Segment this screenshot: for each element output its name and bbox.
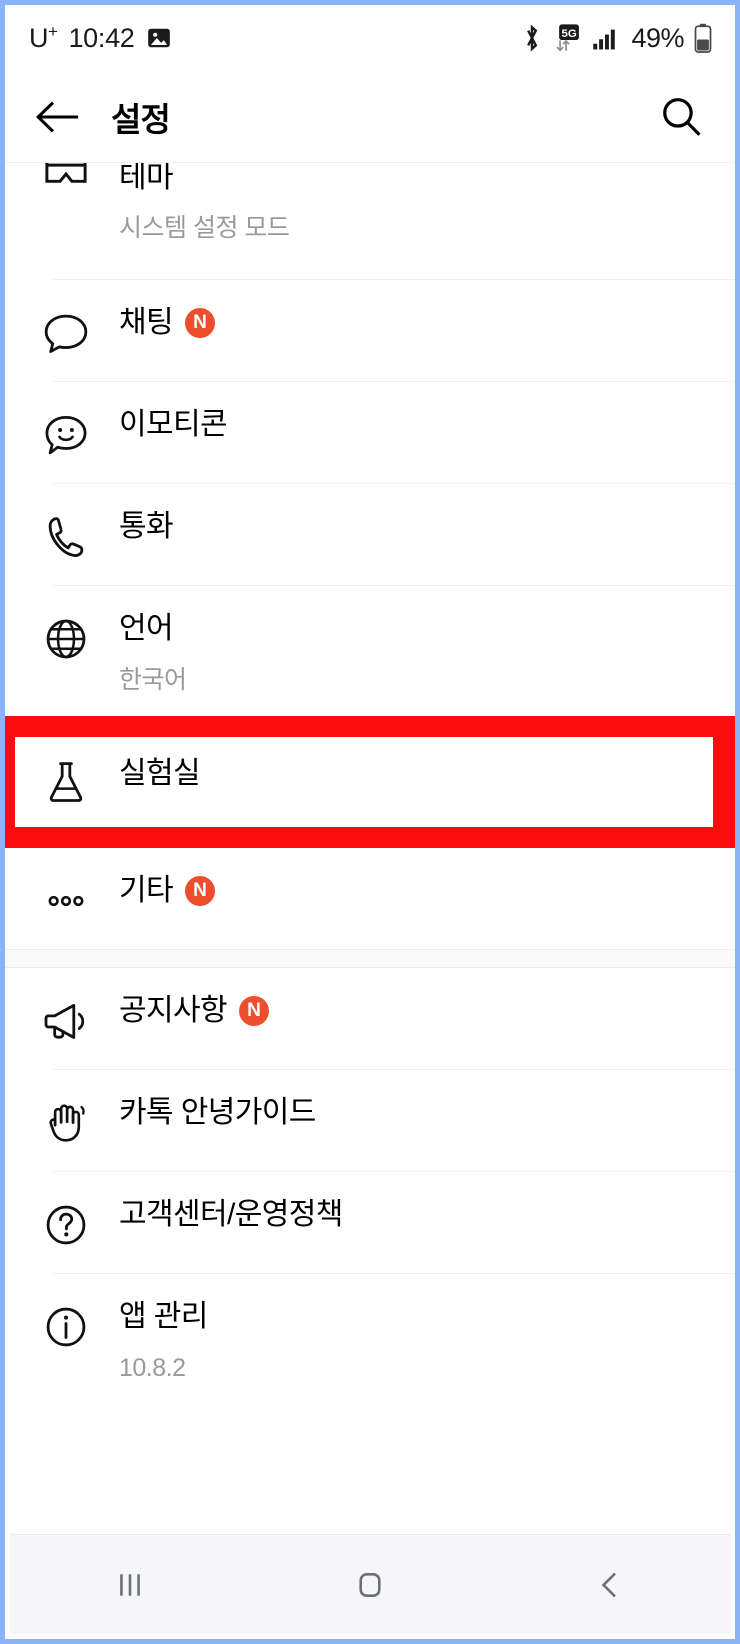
battery-icon — [693, 23, 713, 53]
list-item-label: 이모티콘 — [119, 408, 228, 441]
recents-icon[interactable] — [70, 1535, 190, 1634]
megaphone-icon — [35, 968, 97, 1046]
list-item-label: 실험실 — [119, 757, 201, 790]
list-item-label: 통화 — [119, 510, 174, 543]
list-item-language[interactable]: 언어 한국어 — [5, 586, 735, 716]
settings-list: 테마 시스템 설정 모드 채팅 N 이모티콘 통화 언어 한국어 실험실 기타 … — [5, 163, 735, 1404]
list-item-label: 공지사항 — [119, 994, 228, 1027]
list-item-greeting-guide[interactable]: 카톡 안녕가이드 — [5, 1070, 735, 1171]
section-separator — [5, 949, 735, 968]
list-item-label: 고객센터/운영정책 — [119, 1198, 343, 1231]
back-arrow-icon[interactable] — [35, 91, 87, 143]
theme-icon — [35, 163, 97, 196]
question-icon — [35, 1172, 97, 1250]
list-item-text: 앱 관리 10.8.2 — [97, 1274, 711, 1383]
home-icon[interactable] — [310, 1535, 430, 1634]
status-bar-left: U+ 10:42 — [29, 21, 172, 53]
list-item-label: 채팅 — [119, 306, 174, 339]
list-item-app-management[interactable]: 앱 관리 10.8.2 — [5, 1274, 735, 1404]
flask-icon — [35, 737, 97, 807]
list-item-call[interactable]: 통화 — [5, 484, 735, 585]
list-item-other[interactable]: 기타 N — [5, 848, 735, 949]
list-item-lab[interactable]: 실험실 — [15, 737, 713, 827]
list-item-emoticon[interactable]: 이모티콘 — [5, 382, 735, 483]
battery-percent-label: 49% — [631, 22, 684, 53]
list-item-text: 언어 한국어 — [97, 586, 711, 695]
list-item-text: 채팅 N — [97, 280, 711, 342]
list-item-label: 앱 관리 — [119, 1300, 208, 1333]
list-item-text: 고객센터/운영정책 — [97, 1172, 711, 1234]
back-icon[interactable] — [550, 1535, 670, 1634]
list-item-label: 테마 — [119, 163, 174, 194]
phone-screen: U+ 10:42 5G 49% 설정 테마 시스템 설정 모드 채팅 N 이모티… — [0, 0, 740, 1644]
list-item-text: 통화 — [97, 484, 711, 546]
clock-label: 10:42 — [68, 22, 135, 53]
network-5g-icon: 5G — [553, 23, 583, 53]
search-icon[interactable] — [655, 91, 707, 143]
svg-text:5G: 5G — [562, 28, 577, 40]
phone-icon — [35, 484, 97, 562]
emoticon-icon — [35, 382, 97, 460]
list-item-text: 테마 시스템 설정 모드 — [97, 163, 711, 243]
carrier-label: U+ — [29, 21, 58, 53]
highlight-annotation-box: 실험실 — [5, 716, 735, 848]
list-item-theme[interactable]: 테마 시스템 설정 모드 — [5, 163, 735, 279]
list-item-text: 실험실 — [97, 737, 689, 793]
info-icon — [35, 1274, 97, 1352]
list-item-label: 카톡 안녕가이드 — [119, 1096, 316, 1129]
list-item-subtitle: 시스템 설정 모드 — [119, 214, 290, 242]
bluetooth-icon — [520, 24, 544, 52]
list-item-chat[interactable]: 채팅 N — [5, 280, 735, 381]
list-item-text: 카톡 안녕가이드 — [97, 1070, 711, 1132]
list-item-text: 공지사항 N — [97, 968, 711, 1030]
list-item-text: 이모티콘 — [97, 382, 711, 444]
more-dots-icon — [35, 848, 97, 926]
app-bar: 설정 — [5, 71, 735, 163]
system-navigation-bar — [10, 1534, 730, 1634]
status-bar-right: 5G 49% — [520, 23, 713, 53]
list-item-notice[interactable]: 공지사항 N — [5, 968, 735, 1069]
status-bar: U+ 10:42 5G 49% — [5, 5, 735, 71]
wave-hand-icon — [35, 1070, 97, 1148]
page-title: 설정 — [111, 100, 171, 138]
list-item-help-center[interactable]: 고객센터/운영정책 — [5, 1172, 735, 1273]
list-item-subtitle: 한국어 — [119, 665, 187, 694]
signal-bars-icon — [592, 25, 620, 51]
new-badge: N — [185, 307, 215, 338]
new-badge: N — [239, 995, 269, 1026]
list-item-label: 언어 — [119, 612, 174, 645]
list-item-label: 기타 — [119, 874, 174, 907]
globe-icon — [35, 586, 97, 664]
photo-icon — [146, 25, 172, 51]
app-version-label: 10.8.2 — [119, 1353, 186, 1382]
new-badge: N — [185, 875, 215, 906]
list-item-text: 기타 N — [97, 848, 711, 910]
chat-bubble-icon — [35, 280, 97, 358]
